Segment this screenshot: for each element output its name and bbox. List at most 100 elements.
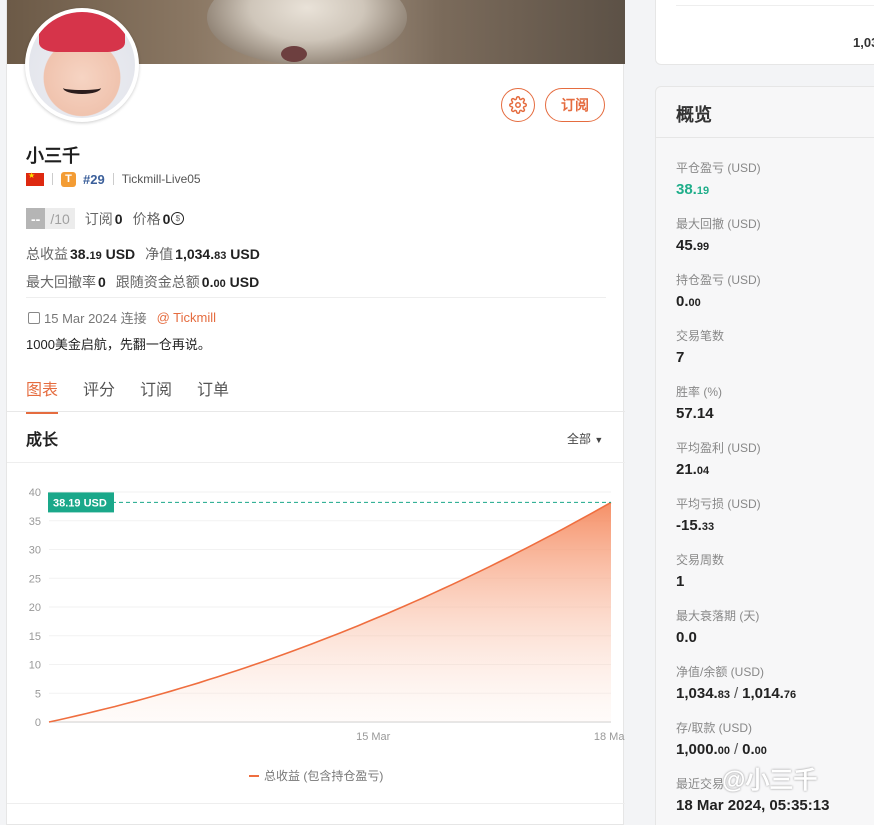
total-profit-value: 38.19 USD — [70, 246, 135, 262]
tab-orders[interactable]: 订单 — [197, 376, 229, 414]
follow-funds-unit: USD — [229, 274, 260, 290]
separator — [52, 173, 53, 185]
overview-item-value: 38.19 — [676, 181, 761, 198]
y-tick-label: 40 — [29, 487, 41, 499]
overview-title: 概览 — [676, 105, 712, 125]
max-drawdown-label: 最大回撤率 — [26, 274, 96, 290]
divider — [656, 137, 874, 138]
settings-button[interactable] — [501, 88, 535, 122]
page: 1,03 订阅 小三千 T #29 Tickmill- — [0, 0, 874, 825]
current-value-label: 38.19 USD — [53, 497, 107, 509]
value-dec: 33 — [701, 521, 715, 533]
avatar-mustache — [63, 82, 101, 94]
profile-card: 订阅 小三千 T #29 Tickmill-Live05 --/10 订阅 0 … — [6, 0, 625, 825]
overview-item-label: 交易笔数 — [676, 329, 725, 343]
value-dec: 00 — [717, 745, 730, 757]
legend-swatch — [249, 774, 259, 777]
follow-funds-dec: 00 — [213, 278, 226, 290]
overview-item-value: 45.99 — [676, 237, 761, 254]
value-int: 21. — [676, 461, 697, 478]
rank: #29 — [83, 171, 105, 187]
overview-item-label: 平均盈利 (USD) — [676, 441, 761, 455]
y-tick-label: 25 — [29, 573, 41, 585]
total-profit-label: 总收益 — [26, 246, 68, 262]
overview-item: 胜率 (%) 57.14 — [676, 383, 722, 422]
divider — [7, 803, 625, 804]
price-label: 价格 — [132, 210, 161, 227]
equity-dec: 83 — [214, 250, 227, 262]
overview-item-label: 平仓盈亏 (USD) — [676, 161, 761, 175]
overview-item: 净值/余额 (USD) 1,034.83/1,014.76 — [676, 663, 796, 702]
score-row: --/10 订阅 0 价格 0 $ — [26, 208, 185, 229]
value-int: 57.14 — [676, 405, 714, 422]
overview-item: 平均盈利 (USD) 21.04 — [676, 439, 761, 478]
overview-item-value: 1,000.00/0.00 — [676, 741, 767, 758]
value-dec-2: 76 — [783, 689, 797, 701]
overview-item-value: 1,034.83/1,014.76 — [676, 685, 796, 702]
follow-funds-int: 0. — [201, 274, 214, 290]
y-tick-label: 20 — [29, 602, 41, 614]
overview-card: 概览 平仓盈亏 (USD) 38.19 最大回撤 (USD) 45.99 持仓盈亏 (U… — [655, 86, 874, 825]
value-dec: 19 — [696, 185, 710, 197]
x-tick-label: 18 Mar — [594, 731, 625, 743]
total-profit-int: 38. — [70, 246, 90, 262]
max-drawdown-value: 0 — [98, 274, 106, 290]
overview-item-label: 平均亏损 (USD) — [676, 497, 761, 511]
range-filter-dropdown[interactable]: 全部 ▼ — [567, 430, 603, 447]
value-dec: 83 — [717, 689, 730, 701]
value-int: 1,034. — [676, 685, 718, 702]
overview-item-value: 21.04 — [676, 461, 761, 478]
overview-item: 交易周数 1 — [676, 551, 724, 590]
overview-item: 交易笔数 7 — [676, 327, 724, 366]
growth-title: 成长 — [26, 432, 59, 449]
y-tick-label: 5 — [35, 688, 41, 700]
growth-area — [49, 502, 611, 722]
watermark: @小三千 — [722, 767, 818, 794]
avatar[interactable] — [25, 8, 139, 122]
overview-item-value: 57.14 — [676, 405, 722, 422]
overview-item-value: 1 — [676, 573, 724, 590]
tab-chart[interactable]: 图表 — [26, 376, 59, 414]
avatar-image — [29, 12, 135, 118]
follow-funds-label: 跟随资金总额 — [115, 274, 200, 290]
gear-icon — [509, 96, 527, 114]
overview-item: 最大衰落期 (天) 0.0 — [676, 607, 759, 646]
divider — [676, 5, 874, 6]
chart-legend[interactable]: 总收益 (包含持仓盈亏) — [249, 767, 383, 784]
overview-item: 最大回撤 (USD) 45.99 — [676, 215, 761, 254]
score-value: -- — [26, 208, 46, 229]
overview-item-value: 7 — [676, 349, 724, 366]
value-separator: / — [733, 685, 739, 702]
profile-name: 小三千 — [26, 146, 80, 166]
value-int: -15. — [676, 517, 702, 534]
caret-down-icon: ▼ — [594, 435, 604, 445]
subscribe-button[interactable]: 订阅 — [545, 88, 605, 122]
trader-badge: T — [61, 171, 76, 187]
value-dec: 99 — [696, 241, 710, 253]
overview-item-value: 0.0 — [676, 629, 759, 646]
value-int-2: 0. — [742, 741, 755, 758]
coin-icon: $ — [171, 212, 185, 225]
price-value: 0 — [162, 210, 171, 227]
value-int: 45. — [676, 237, 697, 254]
tab-rating[interactable]: 评分 — [83, 376, 115, 414]
divider — [7, 462, 625, 463]
overview-item: 平均亏损 (USD) -15.33 — [676, 495, 761, 534]
y-tick-label: 15 — [29, 631, 41, 643]
tab-subscribe[interactable]: 订阅 — [140, 376, 172, 414]
overview-item-label: 最大衰落期 (天) — [676, 609, 760, 623]
value-dec: 00 — [688, 297, 701, 309]
banner-cat-nose — [281, 46, 307, 62]
banner-cat-image — [207, 0, 407, 64]
join-date-row: 15 Mar 2024 连接 @ Tickmill — [28, 308, 216, 327]
value-int-2: 1,014. — [742, 685, 784, 702]
y-tick-label: 35 — [29, 516, 41, 528]
profile-meta: T #29 Tickmill-Live05 — [26, 171, 201, 187]
profile-description: 1000美金启航，先翻一仓再说。 — [26, 337, 211, 352]
broker-link[interactable]: @ Tickmill — [157, 310, 216, 325]
value-dec: 04 — [696, 465, 710, 477]
overview-item: 平仓盈亏 (USD) 38.19 — [676, 159, 761, 198]
follow-funds-value: 0.00 USD — [202, 274, 259, 290]
account-name: Tickmill-Live05 — [121, 172, 201, 186]
top-summary-card: 1,03 — [655, 0, 874, 65]
